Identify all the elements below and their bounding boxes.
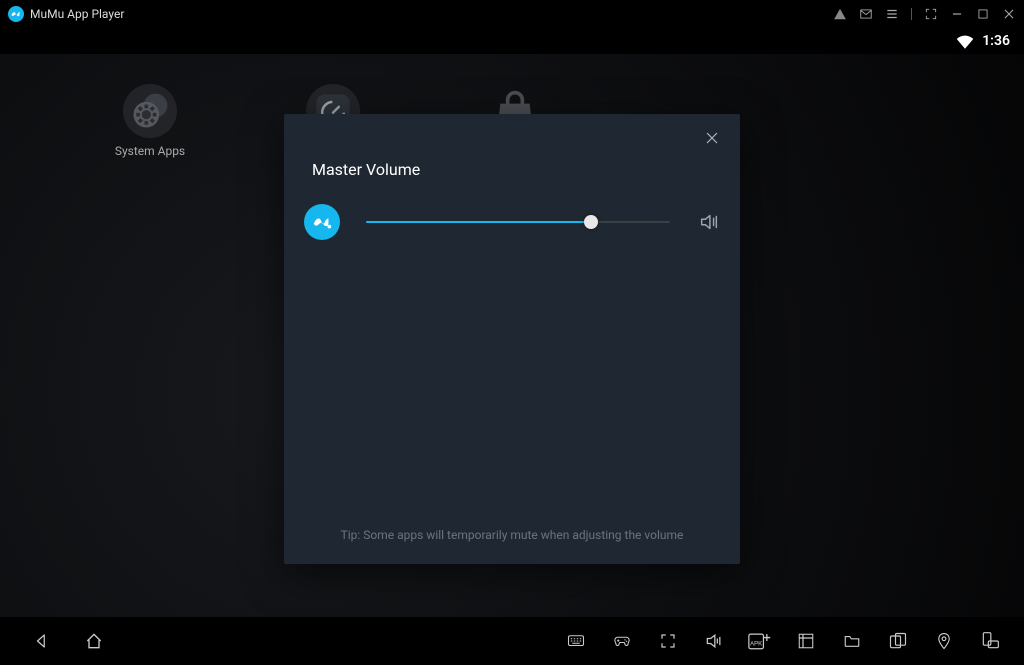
clock: 1:36: [982, 33, 1010, 49]
gamepad-icon[interactable]: [612, 631, 632, 651]
fullscreen2-icon[interactable]: [658, 631, 678, 651]
android-statusbar: 1:36: [0, 28, 1024, 54]
desktop[interactable]: System Apps Master Volume: [0, 54, 1024, 617]
wifi-icon: [956, 34, 974, 48]
mail-icon[interactable]: [859, 7, 873, 21]
folder-icon[interactable]: [842, 631, 862, 651]
app-shortcut-label: System Apps: [115, 144, 185, 158]
dialog-title: Master Volume: [312, 160, 420, 179]
slider-thumb[interactable]: [584, 215, 598, 229]
rotate-icon[interactable]: [980, 631, 1000, 651]
app-logo-icon: [8, 6, 24, 22]
apk-install-icon[interactable]: APK: [750, 631, 770, 651]
back-icon[interactable]: [32, 631, 52, 651]
home-icon[interactable]: [84, 631, 104, 651]
gear-stack-icon: [123, 84, 177, 138]
notice-icon[interactable]: [833, 7, 847, 21]
speaker-icon[interactable]: [698, 211, 720, 233]
dialog-tip: Tip: Some apps will temporarily mute whe…: [284, 528, 740, 542]
close-window-icon[interactable]: [1002, 7, 1016, 21]
titlebar-separator: [911, 8, 912, 20]
minimize-icon[interactable]: [950, 7, 964, 21]
bottom-toolbar: APK: [0, 617, 1024, 665]
location-icon[interactable]: [934, 631, 954, 651]
maximize-icon[interactable]: [976, 7, 990, 21]
fullscreen-icon[interactable]: [924, 7, 938, 21]
svg-text:APK: APK: [750, 641, 762, 647]
volume-slider[interactable]: [366, 212, 670, 232]
keyboard-icon[interactable]: [566, 631, 586, 651]
menu-icon[interactable]: [885, 7, 899, 21]
window-titlebar: MuMu App Player: [0, 0, 1024, 28]
slider-fill: [366, 221, 591, 223]
app-shortcut-system-apps[interactable]: System Apps: [95, 84, 205, 158]
close-icon[interactable]: [704, 130, 722, 148]
volume-icon[interactable]: [704, 631, 724, 651]
multiwindow-icon[interactable]: [888, 631, 908, 651]
window-title: MuMu App Player: [30, 7, 124, 21]
volume-dialog: Master Volume Tip: Some apps will tempor…: [284, 114, 740, 564]
screenshot-icon[interactable]: [796, 631, 816, 651]
app-badge-icon: [304, 204, 340, 240]
